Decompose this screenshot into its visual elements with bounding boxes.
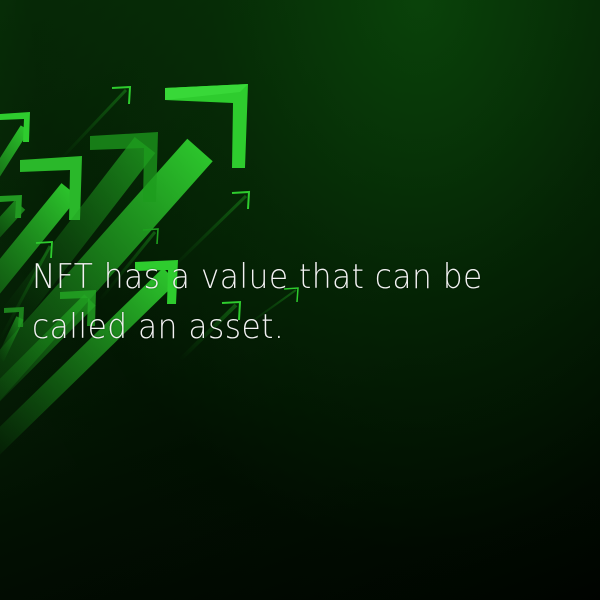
banner-canvas: NFT has a value that can be called an as…	[0, 0, 600, 600]
headline-text: NFT has a value that can be called an as…	[32, 257, 483, 347]
